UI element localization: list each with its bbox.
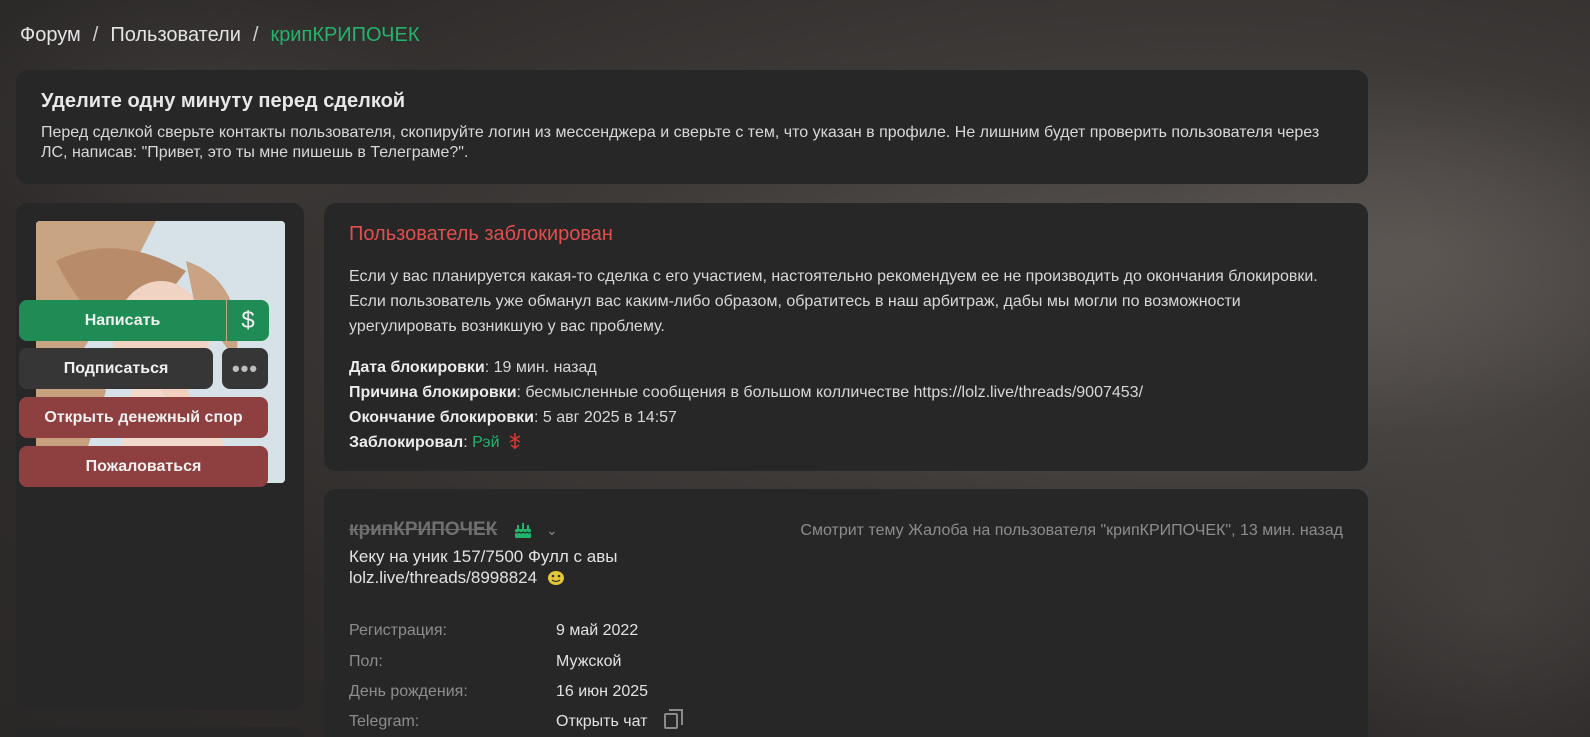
info-label: Пол:: [349, 653, 383, 670]
ban-date-row: Дата блокировки: 19 мин. назад: [349, 359, 597, 376]
subscribe-button[interactable]: Подписаться: [19, 348, 213, 389]
info-label: День рождения:: [349, 683, 468, 700]
ban-by-row: Заблокировал: Рэй: [349, 430, 1343, 455]
info-row-gender: Пол: Мужской: [349, 653, 621, 671]
breadcrumb-separator: /: [252, 24, 259, 46]
info-value: 16 июн 2025: [556, 683, 649, 700]
current-activity: Смотрит тему Жалоба на пользователя "кри…: [800, 522, 1343, 539]
emoji-icon: [547, 571, 564, 585]
ban-reason-row: Причина блокировки: бесмысленные сообщен…: [349, 384, 1144, 401]
profile-card: крипКРИПОЧЕК ⌄ Кеку на уник 157/7500 Фул…: [324, 489, 1368, 737]
birthday-cake-icon: [514, 523, 532, 538]
dollar-icon[interactable]: $: [227, 300, 269, 341]
more-options-icon[interactable]: •••: [222, 348, 268, 389]
profile-username: крипКРИПОЧЕК: [349, 519, 498, 540]
info-value: Мужской: [556, 653, 622, 670]
deal-notice: Уделите одну минуту перед сделкой Перед …: [16, 70, 1368, 184]
ban-reason-value: бесмысленные сообщения в большом колличе…: [525, 384, 1144, 401]
breadcrumb-forum[interactable]: Форум: [20, 24, 81, 47]
info-value: 9 май 2022: [556, 622, 639, 639]
ban-reason-label: Причина блокировки: [349, 384, 517, 401]
ban-description: Если у вас планируется какая-то сделка с…: [349, 268, 1318, 335]
ban-date-value: 19 мин. назад: [493, 359, 597, 376]
info-row-birthday: День рождения: 16 июн 2025: [349, 683, 648, 701]
ban-title: Пользователь заблокирован: [349, 223, 613, 245]
report-button[interactable]: Пожаловаться: [19, 446, 268, 487]
write-message-button[interactable]: Написать: [19, 300, 226, 341]
ban-date-label: Дата блокировки: [349, 359, 485, 376]
open-dispute-button[interactable]: Открыть денежный спор: [19, 397, 268, 438]
notice-title: Уделите одну минуту перед сделкой: [41, 90, 406, 112]
info-row-telegram: Telegram: Открыть чат: [349, 709, 683, 731]
moderator-link[interactable]: Рэй: [472, 434, 499, 451]
info-row-registration: Регистрация: 9 май 2022: [349, 622, 638, 640]
telegram-open-chat-link[interactable]: Открыть чат: [556, 713, 648, 731]
sidebar-next-block: [16, 727, 304, 737]
profile-status: Кеку на уник 157/7500 Фулл с авы lolz.li…: [349, 547, 769, 588]
status-line-1: Кеку на уник 157/7500 Фулл с авы: [349, 547, 618, 566]
moderator-rune-icon: [509, 433, 521, 449]
info-label: Регистрация:: [349, 622, 447, 639]
info-label: Telegram:: [349, 713, 420, 730]
notice-text: Перед сделкой сверьте контакты пользоват…: [41, 124, 1320, 161]
chevron-down-icon[interactable]: ⌄: [546, 522, 558, 539]
breadcrumb-current-user[interactable]: крипКРИПОЧЕК: [270, 24, 419, 47]
ban-by-label: Заблокировал: [349, 434, 464, 451]
ban-end-value: 5 авг 2025 в 14:57: [542, 409, 677, 426]
status-line-2: lolz.live/threads/8998824: [349, 567, 769, 588]
breadcrumb: Форум / Пользователи / крипКРИПОЧЕК: [20, 24, 420, 47]
breadcrumb-users[interactable]: Пользователи: [110, 24, 241, 47]
ban-end-row: Окончание блокировки: 5 авг 2025 в 14:57: [349, 409, 677, 426]
status-thread-link[interactable]: lolz.live/threads/8998824: [349, 568, 537, 587]
breadcrumb-separator: /: [92, 24, 99, 46]
ban-notice: Пользователь заблокирован Если у вас пла…: [324, 203, 1368, 471]
copy-icon[interactable]: [663, 709, 683, 729]
ban-end-label: Окончание блокировки: [349, 409, 534, 426]
